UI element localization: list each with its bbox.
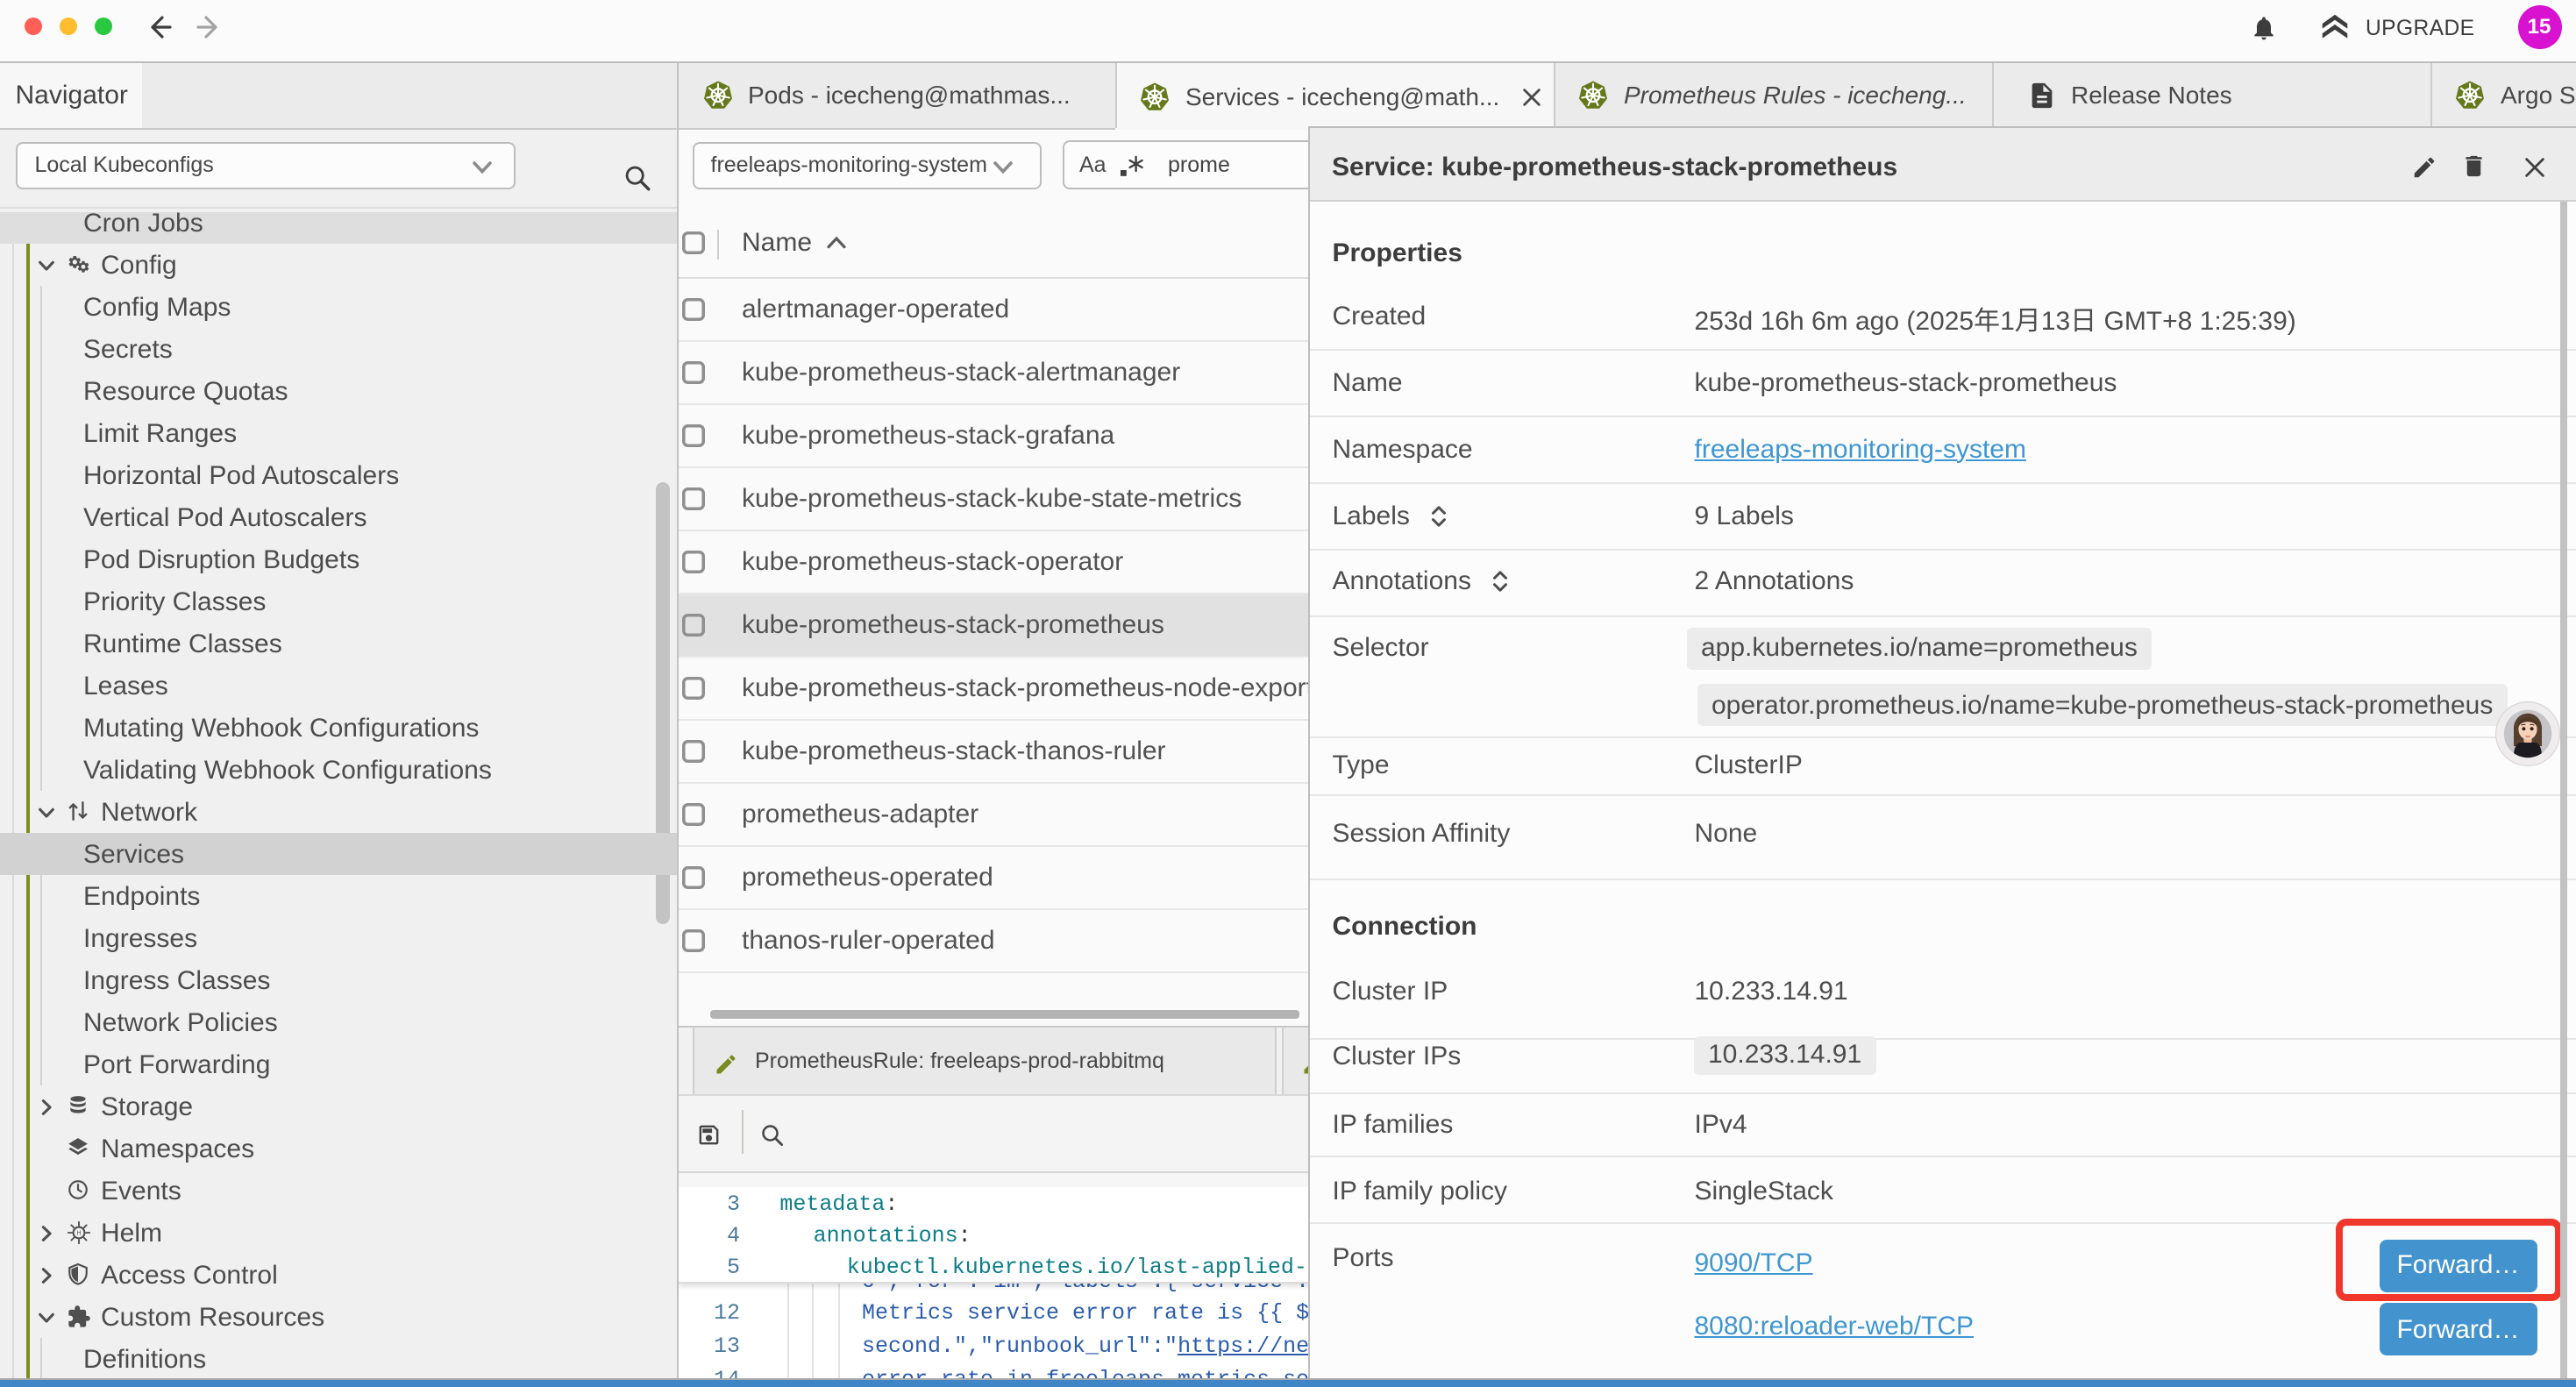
svg-text:H: H bbox=[75, 1231, 80, 1237]
